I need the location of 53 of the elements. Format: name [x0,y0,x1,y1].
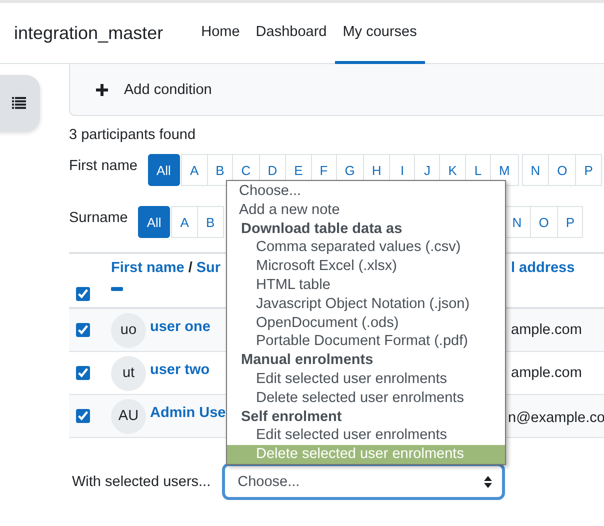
nav-link[interactable]: Home [193,3,248,64]
drawer-toggle-button[interactable] [0,75,40,131]
separator: / [188,260,192,276]
filter-label: First name [69,158,138,174]
option-group-label: Manual enrolments [240,351,374,370]
list-icon [12,97,26,109]
dropdown-option[interactable]: Delete selected user enrolments [227,388,505,408]
email-cell-text: ample.com [510,365,582,381]
add-condition-button[interactable]: Add condition [96,82,212,98]
initial-button[interactable]: N [522,154,550,186]
user-name-link[interactable]: Admin Use [150,405,226,421]
dropdown-option[interactable]: Edit selected user enrolments [227,370,505,389]
participants-count: 3 participants found [69,127,197,143]
row-checkbox[interactable] [76,323,90,337]
nav-link[interactable]: Dashboard [248,3,335,64]
initial-button[interactable]: A [171,206,198,238]
initial-button[interactable]: A [180,154,208,186]
user-avatar: ut [111,356,146,390]
site-title[interactable]: integration_master [0,22,164,44]
initial-button[interactable]: P [556,206,584,238]
initial-button[interactable]: P [575,154,602,186]
user-avatar: uo [111,312,146,348]
dropdown-option[interactable]: OpenDocument (.ods) [227,314,505,332]
option-group-label: Self enrolment [240,408,343,426]
dropdown-option[interactable]: Portable Document Format (.pdf) [227,332,505,352]
select-all-checkbox[interactable] [76,287,90,301]
user-name-link[interactable]: user two [150,362,210,378]
initial-button[interactable]: B [196,206,224,238]
row-checkbox[interactable] [76,409,90,423]
dropdown-option[interactable]: HTML table [227,276,505,295]
select-arrows-icon [484,476,492,488]
user-name-link[interactable]: user one [150,319,210,335]
email-cell-text: n@example.co [507,410,604,426]
filter-label: Surname [69,210,128,226]
bulk-action-select[interactable]: Choose... [222,463,505,500]
dropdown-option[interactable]: Microsoft Excel (.xlsx) [227,257,505,276]
dropdown-option[interactable]: Edit selected user enrolments [227,426,505,446]
initial-button[interactable]: O [530,206,558,238]
dropdown-option[interactable]: Add a new note [227,200,505,220]
column-header-link[interactable]: First name [111,260,184,276]
initial-button[interactable]: All [138,206,170,238]
option-group-label: Download table data as [240,220,404,238]
plus-icon [96,84,108,96]
email-cell-text: ample.com [510,322,582,338]
row-checkbox[interactable] [76,366,90,380]
initial-button[interactable]: O [548,154,576,186]
dropdown-option[interactable]: Comma separated values (.csv) [227,238,505,258]
dropdown-option[interactable]: Javascript Object Notation (.json) [227,294,505,314]
initial-button[interactable]: All [148,154,180,186]
user-avatar: AU [111,398,146,434]
column-header-link[interactable]: Sur [196,260,221,276]
sort-indicator-icon [111,287,123,291]
bulk-action-label: With selected users... [72,474,211,490]
